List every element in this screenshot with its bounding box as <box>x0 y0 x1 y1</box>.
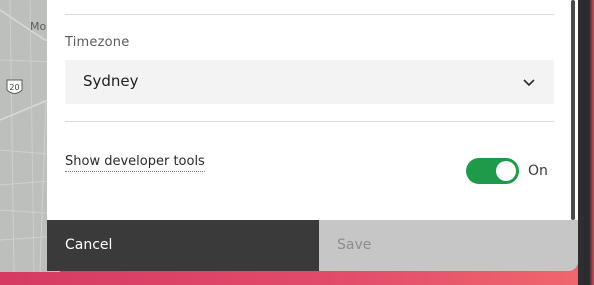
route-number: 20 <box>9 83 19 92</box>
save-button-label: Save <box>337 237 372 253</box>
chevron-down-icon <box>522 74 536 88</box>
map-place-label: Mo <box>30 20 47 33</box>
developer-tools-label[interactable]: Show developer tools <box>65 154 205 172</box>
toggle-knob <box>496 161 516 181</box>
background-window-edge <box>578 0 594 285</box>
toggle-state-text: On <box>528 163 548 179</box>
section-divider <box>65 121 554 122</box>
settings-dialog: Timezone Sydney Show developer tools On … <box>47 0 578 271</box>
timezone-label: Timezone <box>65 35 130 50</box>
section-divider <box>65 14 554 15</box>
scrollbar[interactable] <box>571 0 575 220</box>
dialog-footer: Cancel Save <box>47 220 578 271</box>
cancel-button[interactable]: Cancel <box>47 220 319 271</box>
save-button[interactable]: Save <box>319 220 578 271</box>
app-stage: Mo 20 Timezone Sydney Show developer too… <box>0 0 594 285</box>
route-shield-icon: 20 <box>6 78 23 97</box>
timezone-selected-value: Sydney <box>83 72 139 90</box>
developer-tools-toggle[interactable] <box>466 158 519 184</box>
cancel-button-label: Cancel <box>65 237 113 253</box>
timezone-select[interactable]: Sydney <box>65 60 554 104</box>
